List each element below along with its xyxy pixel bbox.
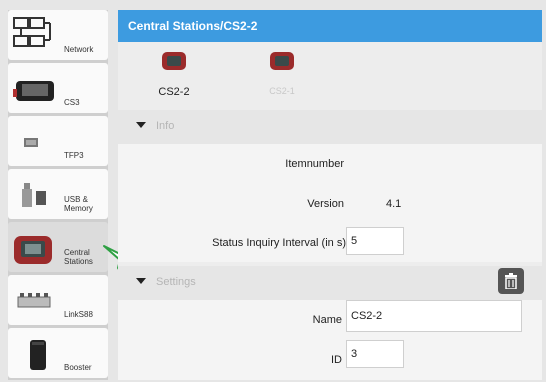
device-tab-label: CS2-1 — [269, 86, 295, 96]
interval-input[interactable] — [346, 227, 404, 255]
tfp3-icon — [12, 122, 60, 162]
sidebar-item-links88[interactable]: LinkS88 — [8, 275, 108, 325]
interval-label: Status Inquiry Interval (in s) — [212, 237, 346, 249]
sidebar-item-label: USB & Memory — [64, 195, 93, 213]
usb-memory-icon — [12, 175, 60, 215]
collapse-arrow-icon — [136, 122, 146, 128]
name-input[interactable] — [346, 300, 522, 332]
links88-icon — [12, 281, 60, 321]
name-label: Name — [312, 314, 342, 326]
sidebar-item-label: Network — [64, 45, 94, 54]
sidebar-item-label: Central Stations — [64, 248, 93, 266]
sidebar-item-label: TFP3 — [64, 151, 84, 160]
info-section-label: Info — [156, 120, 175, 132]
network-icon — [12, 16, 60, 56]
cs3-icon — [12, 69, 60, 109]
trash-icon — [505, 273, 517, 289]
itemnumber-label: Itemnumber — [285, 158, 344, 170]
sidebar-item-tfp3[interactable]: TFP3 — [8, 116, 108, 166]
sidebar-item-cs3[interactable]: CS3 — [8, 63, 108, 113]
device-tab-label: CS2-2 — [158, 86, 190, 98]
device-tab-cs2-2[interactable]: CS2-2 — [144, 46, 224, 106]
version-label: Version — [307, 198, 344, 210]
main-panel: Central Stations/CS2-2 CS2-2 CS2-1 Info … — [118, 10, 542, 380]
info-section-header[interactable]: Info — [118, 110, 542, 144]
sidebar-item-label: CS3 — [64, 98, 80, 107]
page-title: Central Stations/CS2-2 — [128, 19, 258, 33]
settings-section-label: Settings — [156, 276, 196, 288]
device-tab-cs2-1[interactable]: CS2-1 — [252, 46, 332, 106]
sidebar-item-network[interactable]: Network — [8, 10, 108, 60]
central-station-icon — [12, 228, 60, 268]
sidebar: Network CS3 TFP3 USB & Memory Central St… — [8, 10, 108, 380]
sidebar-item-usb-memory[interactable]: USB & Memory — [8, 169, 108, 219]
settings-section-header[interactable]: Settings — [118, 266, 542, 300]
sidebar-item-booster[interactable]: Booster — [8, 328, 108, 378]
sidebar-item-label: LinkS88 — [64, 310, 93, 319]
id-input[interactable] — [346, 340, 404, 368]
info-section-body: Itemnumber Version 4.1 Status Inquiry In… — [118, 144, 542, 262]
sidebar-item-central-stations[interactable]: Central Stations — [8, 222, 108, 272]
central-station-icon — [270, 52, 294, 70]
booster-icon — [12, 334, 60, 374]
id-label: ID — [331, 354, 342, 366]
collapse-arrow-icon — [136, 278, 146, 284]
title-bar: Central Stations/CS2-2 — [118, 10, 542, 42]
central-station-icon — [162, 52, 186, 70]
delete-button[interactable] — [498, 268, 524, 294]
sidebar-item-label: Booster — [64, 363, 92, 372]
version-value: 4.1 — [386, 198, 402, 210]
